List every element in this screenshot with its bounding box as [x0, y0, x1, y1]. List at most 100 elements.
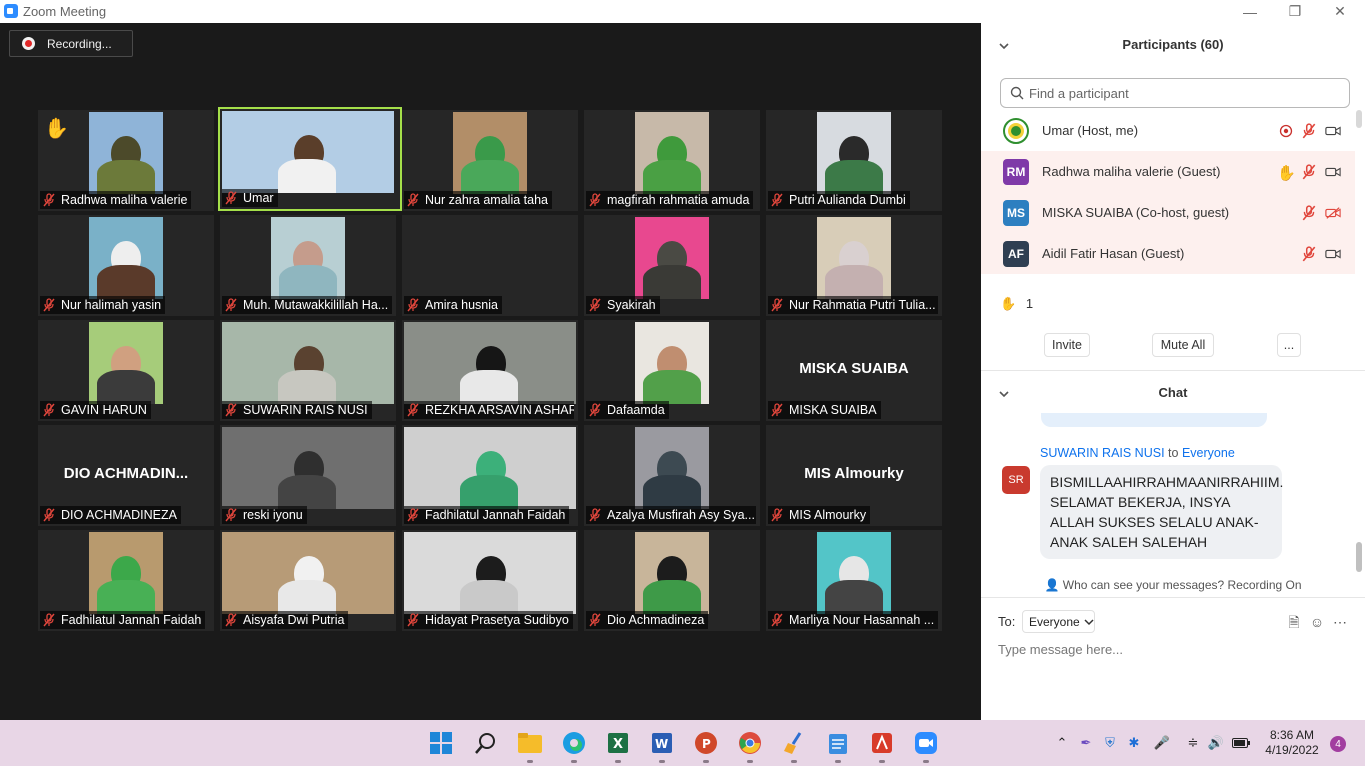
- file-explorer-icon[interactable]: [516, 729, 544, 763]
- chat-recipient-dropdown[interactable]: Everyone: [1022, 610, 1095, 633]
- video-camera-icon[interactable]: [1325, 246, 1341, 262]
- cleaner-broom-icon[interactable]: [780, 729, 808, 763]
- raised-hand-icon: ✋: [1000, 296, 1017, 311]
- bluetooth-icon[interactable]: ✱: [1125, 732, 1143, 754]
- minimize-button[interactable]: —: [1228, 0, 1272, 23]
- mic-muted-icon: [43, 298, 55, 312]
- recording-indicator[interactable]: Recording...: [9, 30, 133, 57]
- participant-display-name: DIO ACHMADIN...: [63, 465, 189, 482]
- powerpoint-icon[interactable]: P: [692, 729, 720, 763]
- pen-feather-icon[interactable]: ✒: [1077, 732, 1095, 754]
- video-tile[interactable]: ✋ Radhwa maliha valerie: [38, 110, 214, 211]
- mic-muted-icon[interactable]: [1301, 122, 1317, 139]
- participant-video: [222, 322, 394, 404]
- raised-hand-icon: ✋: [1277, 164, 1296, 182]
- participant-scrollbar[interactable]: [1356, 110, 1362, 128]
- chat-sender-name[interactable]: SUWARIN RAIS NUSI: [1040, 446, 1165, 460]
- edge-icon[interactable]: [560, 729, 588, 763]
- participant-row[interactable]: MS MISKA SUAIBA (Co-host, guest): [981, 192, 1355, 233]
- zoom-app-icon: [4, 4, 18, 18]
- video-tile[interactable]: GAVIN HARUN: [38, 320, 214, 421]
- word-icon[interactable]: W: [648, 729, 676, 763]
- participant-name-label: Syakirah: [586, 296, 660, 314]
- security-shield-icon[interactable]: ⛨: [1101, 732, 1119, 754]
- video-tile[interactable]: Putri Aulianda Dumbi: [766, 110, 942, 211]
- video-off-icon[interactable]: [1325, 205, 1341, 221]
- participant-video: [404, 427, 576, 509]
- participant-name: Umar: [243, 191, 274, 205]
- invite-button[interactable]: Invite: [1044, 333, 1090, 357]
- notification-badge[interactable]: 4: [1330, 736, 1346, 752]
- chat-message-text: BISMILLAAHIRRAHMAANIRRAHIIM. SELAMAT BEK…: [1040, 465, 1283, 559]
- restore-button[interactable]: ❐: [1273, 0, 1317, 23]
- video-tile[interactable]: Nur zahra amalia taha: [402, 110, 578, 211]
- chrome-icon[interactable]: [736, 729, 764, 763]
- participant-search-input[interactable]: Find a participant: [1000, 78, 1350, 108]
- participant-row[interactable]: Umar (Host, me): [981, 110, 1355, 151]
- participant-row[interactable]: RM Radhwa maliha valerie (Guest) ✋: [981, 151, 1355, 192]
- video-tile[interactable]: Aisyafa Dwi Putria: [220, 530, 396, 631]
- participant-row[interactable]: AF Aidil Fatir Hasan (Guest): [981, 233, 1355, 274]
- participant-video: [817, 532, 891, 614]
- video-tile[interactable]: Dafaamda: [584, 320, 760, 421]
- person-lock-icon: 👤: [1044, 578, 1060, 592]
- video-tile[interactable]: Syakirah: [584, 215, 760, 316]
- video-tile[interactable]: magfirah rahmatia amuda: [584, 110, 760, 211]
- video-tile[interactable]: MIS Almourky MIS Almourky: [766, 425, 942, 526]
- zoom-taskbar-icon[interactable]: [912, 729, 940, 763]
- emoji-icon[interactable]: ☺: [1309, 614, 1325, 630]
- video-tile[interactable]: Amira husnia: [402, 215, 578, 316]
- video-tile[interactable]: Fadhilatul Jannah Faidah: [38, 530, 214, 631]
- participant-name-label: Azalya Musfirah Asy Sya...: [586, 506, 756, 524]
- taskbar-clock[interactable]: 8:36 AM 4/19/2022: [1262, 728, 1322, 758]
- participant-name: Aisyafa Dwi Putria: [243, 613, 345, 627]
- start-icon[interactable]: [427, 729, 455, 757]
- file-icon[interactable]: 🗎: [1286, 614, 1302, 630]
- video-tile[interactable]: Nur Rahmatia Putri Tulia...: [766, 215, 942, 316]
- mute-all-button[interactable]: Mute All: [1152, 333, 1214, 357]
- video-tile[interactable]: Dio Achmadineza: [584, 530, 760, 631]
- video-tile[interactable]: Umar: [218, 107, 402, 211]
- participant-name-label: REZKHA ARSAVIN ASHAR: [404, 401, 574, 419]
- close-button[interactable]: ✕: [1318, 0, 1362, 23]
- video-tile[interactable]: Muh. Mutawakkilillah Ha...: [220, 215, 396, 316]
- more-options-button[interactable]: ...: [1277, 333, 1301, 357]
- participant-display-name: MISKA SUAIBA: [799, 360, 909, 377]
- message-visibility-link[interactable]: 👤 Who can see your messages? Recording O…: [981, 578, 1365, 592]
- chat-scrollbar[interactable]: [1356, 542, 1362, 572]
- pdf-reader-icon[interactable]: [868, 729, 896, 763]
- microphone-icon[interactable]: 🎤: [1153, 732, 1171, 754]
- mic-muted-icon[interactable]: [1301, 245, 1317, 262]
- host-logo-icon: [1003, 117, 1029, 144]
- volume-icon[interactable]: 🔊: [1207, 732, 1225, 754]
- show-hidden-icons-icon[interactable]: ⌃: [1053, 732, 1071, 754]
- chat-message-input[interactable]: Type message here...: [998, 642, 1123, 657]
- mic-muted-icon[interactable]: [1301, 204, 1317, 221]
- video-tile[interactable]: Marliya Nour Hasannah ...: [766, 530, 942, 631]
- wifi-icon[interactable]: ≑: [1184, 732, 1202, 754]
- chat-input-divider: [981, 597, 1365, 598]
- battery-icon[interactable]: [1232, 732, 1250, 754]
- video-tile[interactable]: DIO ACHMADIN... DIO ACHMADINEZA: [38, 425, 214, 526]
- more-icon[interactable]: ⋯: [1332, 614, 1348, 630]
- participant-name: Hidayat Prasetya Sudibyo: [425, 613, 569, 627]
- video-tile[interactable]: Hidayat Prasetya Sudibyo: [402, 530, 578, 631]
- search-icon[interactable]: [472, 729, 500, 757]
- excel-icon[interactable]: X: [604, 729, 632, 763]
- video-tile[interactable]: Fadhilatul Jannah Faidah: [402, 425, 578, 526]
- participant-video: [817, 217, 891, 299]
- mic-muted-icon[interactable]: [1301, 163, 1317, 180]
- video-tile[interactable]: REZKHA ARSAVIN ASHAR: [402, 320, 578, 421]
- participant-video: [222, 532, 394, 614]
- participant-name-label: Radhwa maliha valerie: [40, 191, 192, 209]
- video-tile[interactable]: MISKA SUAIBA MISKA SUAIBA: [766, 320, 942, 421]
- participant-name-label: Fadhilatul Jannah Faidah: [404, 506, 570, 524]
- video-tile[interactable]: reski iyonu: [220, 425, 396, 526]
- notepad-icon[interactable]: [824, 729, 852, 763]
- recording-status-icon: [1279, 124, 1293, 137]
- video-tile[interactable]: Nur halimah yasin: [38, 215, 214, 316]
- video-tile[interactable]: SUWARIN RAIS NUSI: [220, 320, 396, 421]
- video-camera-icon[interactable]: [1325, 123, 1341, 139]
- video-tile[interactable]: Azalya Musfirah Asy Sya...: [584, 425, 760, 526]
- video-camera-icon[interactable]: [1325, 164, 1341, 180]
